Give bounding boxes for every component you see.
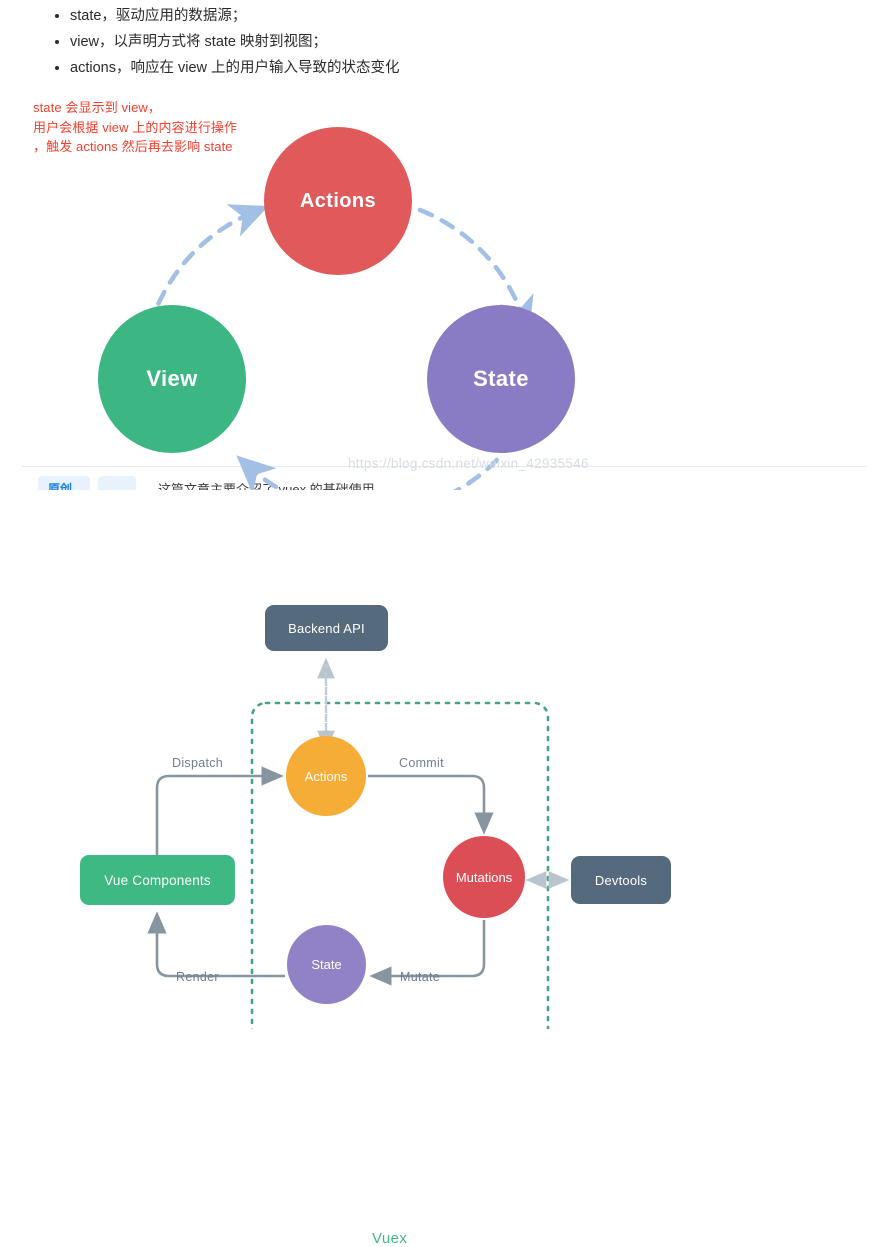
diagram-node-state: State (427, 305, 575, 453)
node-mutations: Mutations (443, 836, 525, 918)
diagram-node-state-label: State (473, 366, 529, 391)
node-devtools-label: Devtools (594, 872, 648, 888)
node-mutations-label: Mutations (455, 869, 513, 885)
vuex-flow-diagram: Vuex Backend API Devtools Vue Components (0, 560, 871, 1247)
edge-label-commit: Commit (399, 756, 444, 770)
watermark-url: https://blog.csdn.net/weixin_42935546 (348, 456, 589, 471)
diagram-node-view: View (98, 305, 246, 453)
list-item: view，以声明方式将 state 映射到视图； (70, 30, 770, 55)
diagram-node-actions: Actions (264, 127, 412, 275)
list-item: actions，响应在 view 上的用户输入导致的状态变化 (70, 56, 770, 81)
node-state: State (287, 925, 366, 1004)
diagram-node-actions-label: Actions (299, 189, 377, 212)
node-vue-components-label: Vue Components (104, 872, 211, 888)
node-backend-api: Backend API (265, 605, 388, 651)
node-vue-components: Vue Components (80, 855, 235, 905)
list-item: state，驱动应用的数据源； (70, 4, 770, 29)
node-actions-label: Actions (304, 768, 348, 784)
edge-label-mutate: Mutate (400, 970, 441, 984)
edge-label-render: Render (176, 970, 219, 984)
diagram-node-view-label: View (146, 366, 198, 391)
node-backend-api-label: Backend API (288, 620, 365, 636)
red-annotation-note: state 会显示到 view， 用户会根据 view 上的内容进行操作 ，触发… (33, 100, 238, 154)
node-state-label: State (311, 957, 342, 972)
node-devtools: Devtools (571, 856, 671, 904)
vuex-container-label: Vuex (372, 1230, 408, 1247)
node-actions: Actions (286, 736, 366, 816)
vuex-flow-connectors (147, 657, 570, 1029)
edge-label-dispatch: Dispatch (172, 756, 224, 770)
concept-bullet-list: state，驱动应用的数据源； view，以声明方式将 state 映射到视图；… (40, 4, 770, 82)
